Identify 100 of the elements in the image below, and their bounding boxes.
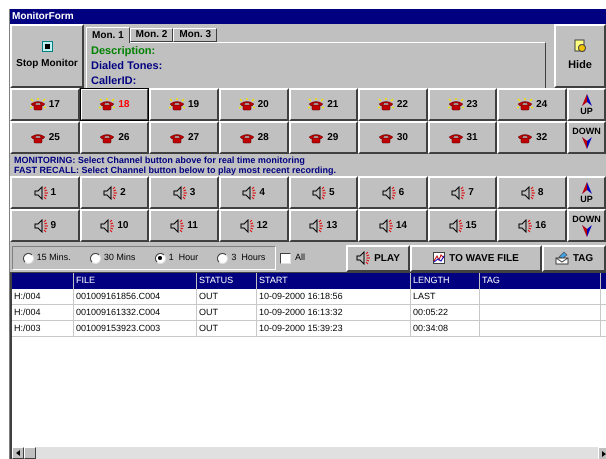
table-cell: 001009161856.C004 <box>74 289 197 304</box>
monitor-tab[interactable]: Mon. 2 <box>130 28 174 42</box>
table-cell: 001009153923.C003 <box>74 321 197 336</box>
radio-button[interactable] <box>154 252 166 264</box>
checkbox-label: All <box>295 251 306 264</box>
speaker-icon <box>451 186 466 200</box>
document-icon <box>573 38 587 53</box>
down-arrow-icon <box>580 224 592 236</box>
recall-channel-button[interactable]: 16 <box>497 209 567 242</box>
table-cell: 00:34:08 <box>411 321 480 336</box>
channel-button[interactable]: 29 <box>288 121 358 154</box>
radio-button[interactable] <box>22 252 34 264</box>
table-cell: H:/004 <box>12 305 74 320</box>
phone-icon <box>169 131 185 144</box>
stop-monitor-button[interactable]: Stop Monitor <box>10 24 84 88</box>
monitor-tab[interactable]: Mon. 3 <box>173 28 218 42</box>
recall-channel-button[interactable]: 13 <box>288 209 358 242</box>
scroll-left-icon[interactable] <box>12 447 24 459</box>
channel-button[interactable]: 27 <box>149 121 219 154</box>
channel-button[interactable]: 32 <box>497 121 567 154</box>
speaker-icon <box>103 186 118 200</box>
recall-channel-button[interactable]: 9 <box>10 209 80 242</box>
play-button[interactable]: PLAY <box>346 244 410 272</box>
up-button[interactable]: UP <box>567 88 606 121</box>
radio-label: 1 Hour <box>168 251 198 264</box>
ringing-phone-icon <box>517 98 534 111</box>
stop-icon <box>42 41 52 52</box>
tag-button[interactable]: TAG <box>542 244 606 272</box>
recall-channel-button[interactable]: 12 <box>218 209 288 242</box>
recall-channel-button[interactable]: 10 <box>80 209 150 242</box>
speaker-icon <box>100 218 114 232</box>
ringing-phone-icon <box>308 98 324 111</box>
recall-channel-button[interactable]: 6 <box>358 176 428 209</box>
channel-button[interactable]: 17 <box>10 88 80 121</box>
recall-channel-button[interactable]: 8 <box>497 176 567 209</box>
speaker-icon <box>34 186 48 200</box>
speaker-icon <box>34 218 48 232</box>
speaker-icon <box>382 186 396 200</box>
wave-button[interactable]: TO WAVE FILE <box>410 244 542 272</box>
channel-button[interactable]: 20 <box>218 88 288 121</box>
channel-button[interactable]: 24 <box>497 88 567 121</box>
channel-button[interactable]: 30 <box>358 121 428 154</box>
channel-button[interactable]: 23 <box>428 88 498 121</box>
column-header[interactable]: START <box>257 273 411 289</box>
channel-button[interactable]: 26 <box>80 121 150 154</box>
channel-button[interactable]: 19 <box>149 88 219 121</box>
speaker-icon <box>172 186 187 200</box>
recall-channel-button[interactable]: 2 <box>80 176 150 209</box>
table-cell: 001009161332.C004 <box>74 305 197 320</box>
channel-button[interactable]: 21 <box>288 88 358 121</box>
speaker-icon <box>520 186 535 200</box>
table-cell: LAST <box>411 289 480 304</box>
column-header[interactable]: TAG <box>480 273 601 289</box>
hide-button[interactable]: Hide <box>554 24 606 88</box>
channel-button[interactable]: 31 <box>428 121 498 154</box>
table-cell: 00:05:22 <box>411 305 480 320</box>
column-header[interactable]: LENGTH <box>411 273 480 289</box>
table-cell: OUT <box>197 305 257 320</box>
monitor-tab[interactable]: Mon. 1 <box>86 27 130 43</box>
ringing-phone-icon <box>448 98 464 111</box>
phone-icon <box>30 131 46 144</box>
speaker-icon <box>312 186 326 200</box>
scroll-right-icon[interactable] <box>598 447 606 459</box>
up-button[interactable]: UP <box>567 176 606 209</box>
recall-channel-button[interactable]: 7 <box>428 176 498 209</box>
speaker-icon <box>356 251 370 265</box>
recall-channel-button[interactable]: 4 <box>218 176 288 209</box>
recall-channel-button[interactable]: 15 <box>428 209 498 242</box>
column-header[interactable]: FILE <box>74 273 197 289</box>
table-cell: H:/004 <box>12 289 74 304</box>
table-cell: OUT <box>197 321 257 336</box>
all-checkbox[interactable] <box>280 252 291 264</box>
scroll-thumb[interactable] <box>24 447 36 459</box>
recall-channel-button[interactable]: 14 <box>358 209 428 242</box>
radio-label: 30 Mins <box>104 251 136 264</box>
table-cell: H:/003 <box>12 321 74 336</box>
horizontal-scrollbar[interactable] <box>12 447 606 459</box>
table-cell: 10-09-2000 16:18:56 <box>257 289 411 304</box>
radio-button[interactable] <box>217 252 228 264</box>
channel-button[interactable]: 22 <box>358 88 428 121</box>
instruction-text: MONITORING: Select Channel button above for real time monitoring <box>14 155 306 165</box>
recall-channel-button[interactable]: 3 <box>149 176 219 209</box>
recall-channel-button[interactable]: 1 <box>10 176 80 209</box>
phone-icon <box>308 131 324 144</box>
chart-icon <box>433 252 446 264</box>
channel-button[interactable]: 25 <box>10 121 80 154</box>
column-header[interactable]: STATUS <box>197 273 257 289</box>
speaker-icon <box>448 218 462 232</box>
phone-icon <box>378 131 394 144</box>
down-button[interactable]: DOWN <box>567 209 606 242</box>
recall-channel-button[interactable]: 5 <box>288 176 358 209</box>
ringing-phone-icon <box>30 98 46 111</box>
radio-label: 15 Mins. <box>36 251 71 264</box>
info-label: Dialed Tones: <box>91 59 164 73</box>
speaker-icon <box>378 218 393 232</box>
channel-button[interactable]: 28 <box>218 121 288 154</box>
down-button[interactable]: DOWN <box>567 121 606 154</box>
radio-button[interactable] <box>90 252 101 264</box>
recall-channel-button[interactable]: 11 <box>149 209 219 242</box>
envelope-icon <box>554 251 569 265</box>
